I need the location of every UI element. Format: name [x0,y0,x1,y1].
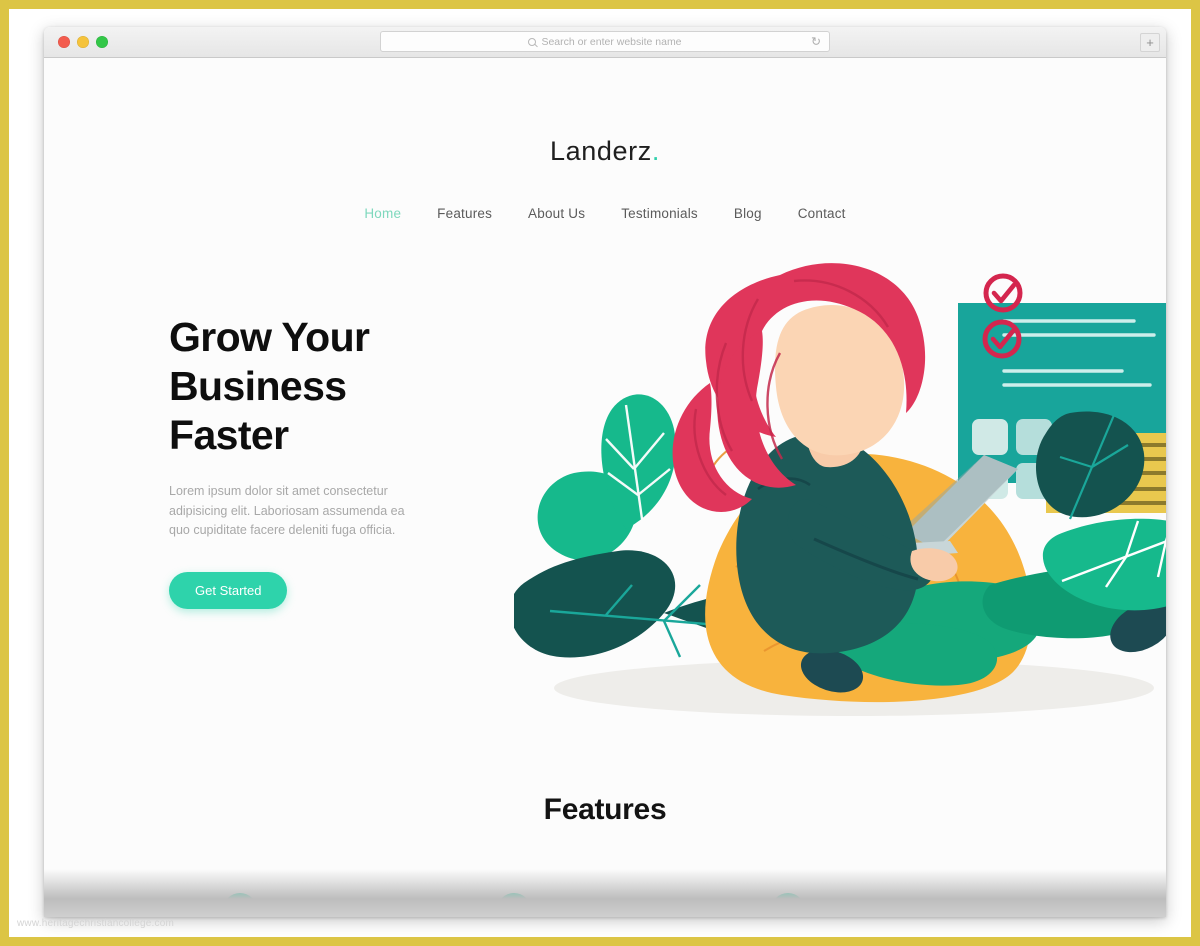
nav-item-features[interactable]: Features [437,206,492,221]
window-controls [58,36,108,48]
hero-section: Grow Your Business Faster Lorem ipsum do… [169,313,499,609]
address-bar-content: Search or enter website name [528,35,682,48]
get-started-button[interactable]: Get Started [169,571,288,609]
watermark-text: www.heritagechristiancollege.com [17,918,175,929]
nav-item-about-us[interactable]: About Us [528,206,585,221]
page-title: Grow Your Business Faster [169,313,499,460]
address-bar[interactable]: Search or enter website name ↻ [380,31,830,52]
site-logo[interactable]: Landerz. [44,136,1166,167]
main-navigation: Home Features About Us Testimonials Blog… [44,206,1166,221]
hero-subtitle: Lorem ipsum dolor sit amet consectetur a… [169,484,405,537]
reload-icon[interactable]: ↻ [811,35,822,47]
features-heading: Features [543,793,667,826]
hero-illustration [514,233,1166,733]
logo-dot: . [651,136,660,166]
hero-title-line-3: Faster [169,412,289,458]
webpage-viewport: Landerz. Home Features About Us Testimon… [44,58,1166,917]
nav-item-testimonials[interactable]: Testimonials [621,206,698,221]
close-window-button[interactable] [58,36,70,48]
nav-item-home[interactable]: Home [364,206,401,221]
nav-item-contact[interactable]: Contact [798,206,846,221]
hero-title-line-2: Business [169,363,347,409]
minimize-window-button[interactable] [77,36,89,48]
page-bottom-fade [44,869,1166,917]
hero-title-line-1: Grow Your [169,314,370,360]
screenshot-frame: Search or enter website name ↻ + Landerz… [0,0,1200,946]
search-icon [528,37,537,46]
address-bar-placeholder: Search or enter website name [541,35,682,48]
browser-titlebar: Search or enter website name ↻ + [44,27,1166,58]
maximize-window-button[interactable] [96,36,108,48]
nav-item-blog[interactable]: Blog [734,206,762,221]
browser-window: Search or enter website name ↻ + Landerz… [44,27,1166,917]
new-tab-button[interactable]: + [1140,33,1160,52]
logo-text: Landerz [550,136,652,166]
